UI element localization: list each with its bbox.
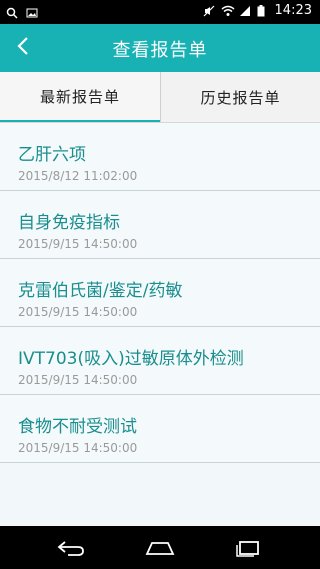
page-title: 查看报告单 [112, 40, 208, 61]
signal-icon [239, 5, 251, 17]
status-time: 14:23 [274, 3, 312, 18]
list-item[interactable]: IVT703(吸入)过敏原体外检测 2015/9/15 14:50:00 [0, 327, 320, 395]
wifi-icon [221, 5, 235, 17]
tab-latest-reports[interactable]: 最新报告单 [0, 72, 160, 122]
report-list: 乙肝六项 2015/8/12 11:02:00 自身免疫指标 2015/9/15… [0, 123, 320, 463]
battery-icon [257, 4, 269, 17]
tab-history-reports[interactable]: 历史报告单 [160, 72, 320, 122]
report-title: 乙肝六项 [18, 145, 86, 165]
list-item[interactable]: 自身免疫指标 2015/9/15 14:50:00 [0, 191, 320, 259]
search-icon [6, 4, 18, 19]
status-left-icons [6, 4, 38, 19]
recents-nav-icon[interactable] [232, 538, 264, 558]
app-bar: 查看报告单 [0, 24, 320, 72]
report-title: 食物不耐受测试 [18, 417, 137, 437]
report-time: 2015/9/15 14:50:00 [18, 237, 138, 251]
status-bar: 14:23 [0, 0, 320, 24]
report-time: 2015/9/15 14:50:00 [18, 441, 138, 455]
list-item[interactable]: 食物不耐受测试 2015/9/15 14:50:00 [0, 395, 320, 463]
report-title: 自身免疫指标 [18, 213, 120, 233]
report-time: 2015/9/15 14:50:00 [18, 305, 138, 319]
report-time: 2015/8/12 11:02:00 [18, 169, 138, 183]
system-nav-bar [0, 526, 320, 569]
report-title: IVT703(吸入)过敏原体外检测 [18, 349, 244, 369]
report-tabs: 最新报告单 历史报告单 [0, 72, 320, 123]
report-time: 2015/9/15 14:50:00 [18, 373, 138, 387]
list-item[interactable]: 克雷伯氏菌/鉴定/药敏 2015/9/15 14:50:00 [0, 259, 320, 327]
back-nav-icon[interactable] [55, 538, 87, 558]
status-right-icons: 14:23 [203, 3, 312, 18]
home-nav-icon[interactable] [144, 538, 176, 558]
report-title: 克雷伯氏菌/鉴定/药敏 [18, 281, 183, 301]
mute-icon [203, 5, 215, 17]
image-icon [26, 4, 38, 18]
list-item[interactable]: 乙肝六项 2015/8/12 11:02:00 [0, 123, 320, 191]
